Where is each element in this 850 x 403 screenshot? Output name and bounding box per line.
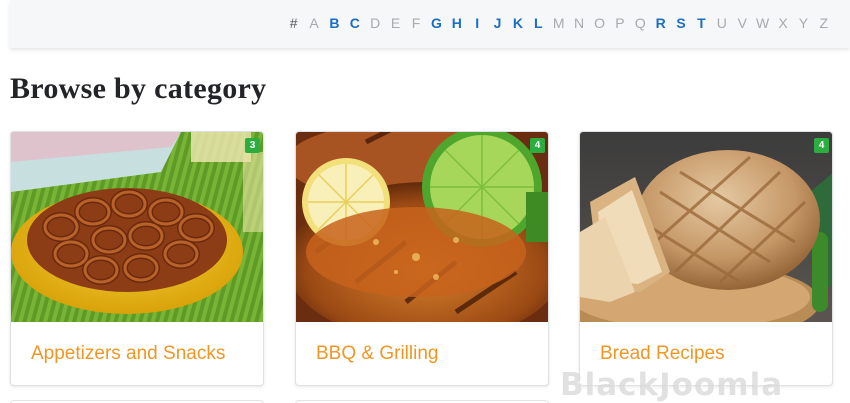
category-image-grilled-chicken[interactable]: 4	[296, 132, 548, 322]
alphabet-bar: # A B C D E F G H I J K L M N O P Q R S T U V W X Y Z	[10, 0, 850, 48]
alphabet-letter-v: V	[737, 15, 747, 31]
category-card-bbq[interactable]: 4 BBQ & Grilling	[295, 131, 549, 386]
alphabet-letter-g[interactable]: G	[426, 13, 446, 33]
alphabet-letter-m: M	[552, 15, 565, 31]
alphabet-letter-z: Z	[819, 15, 829, 31]
category-card-bread[interactable]: 4 Bread Recipes	[579, 131, 833, 386]
alphabet-letter-c[interactable]: C	[345, 13, 365, 33]
alphabet-letter-a: A	[309, 15, 319, 31]
alphabet-letter-q: Q	[634, 15, 646, 31]
category-card-appetizers[interactable]: 3 Appetizers and Snacks	[10, 131, 264, 386]
alphabet-letter-o: O	[594, 15, 605, 31]
recipe-count-badge: 3	[245, 138, 260, 153]
alphabet-letter-l[interactable]: L	[528, 13, 548, 33]
category-image-bread[interactable]: 4	[580, 132, 832, 322]
alphabet-letter-u: U	[716, 15, 727, 31]
alphabet-letter-i[interactable]: I	[467, 13, 487, 33]
category-image-pretzels[interactable]: 3	[11, 132, 263, 322]
alphabet-letter-y: Y	[798, 15, 809, 31]
recipe-count-badge: 4	[814, 138, 829, 153]
page-title: Browse by category	[10, 72, 267, 105]
alphabet-letter-b[interactable]: B	[324, 13, 344, 33]
alphabet-letter-d: D	[370, 15, 381, 31]
alphabet-letter-t[interactable]: T	[691, 13, 711, 33]
alphabet-letter-k[interactable]: K	[508, 13, 528, 33]
alphabet-letter-p: P	[615, 15, 625, 31]
alphabet-letter-r[interactable]: R	[650, 13, 670, 33]
alphabet-letter-s[interactable]: S	[671, 13, 691, 33]
alphabet-letter-j[interactable]: J	[487, 13, 507, 33]
alphabet-letter-hash: #	[289, 15, 298, 31]
recipe-count-badge: 4	[530, 138, 545, 153]
alphabet-list: # A B C D E F G H I J K L M N O P Q R S T U V W X Y Z	[283, 13, 834, 33]
alphabet-letter-w: W	[756, 15, 770, 31]
alphabet-letter-n: N	[574, 15, 585, 31]
category-title-link[interactable]: Appetizers and Snacks	[31, 343, 225, 365]
alphabet-letter-e: E	[390, 15, 401, 31]
alphabet-letter-f: F	[411, 15, 421, 31]
alphabet-letter-x: X	[778, 15, 788, 31]
category-title-link[interactable]: Bread Recipes	[600, 343, 725, 365]
category-title-link[interactable]: BBQ & Grilling	[316, 343, 438, 365]
alphabet-letter-h[interactable]: H	[447, 13, 467, 33]
watermark-logo: BlackJoomla	[560, 367, 784, 403]
